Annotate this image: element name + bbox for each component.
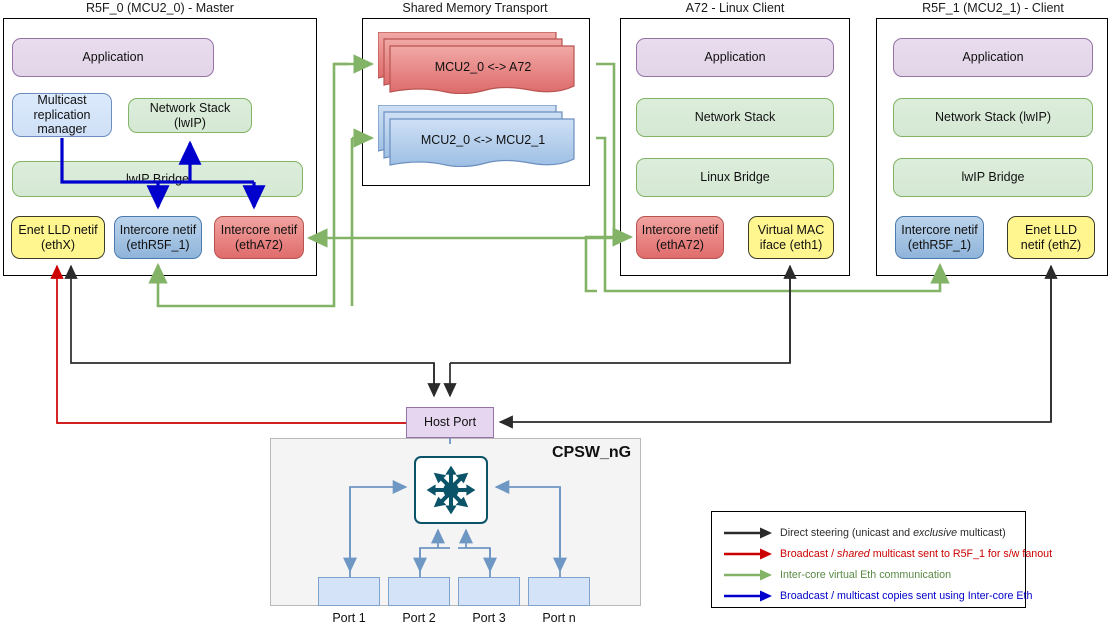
- legend-row-direct-steering: Direct steering (unicast and exclusive m…: [722, 526, 1006, 540]
- panel-title-shared-memory: Shared Memory Transport: [402, 1, 548, 15]
- panel-title-r5f0: R5F_0 (MCU2_0) - Master: [86, 1, 234, 15]
- r5f0-application[interactable]: Application: [12, 38, 214, 77]
- a72-intercore-netif-a72[interactable]: Intercore netif (ethA72): [636, 216, 724, 259]
- wire-black-direct-steering: [64, 264, 1058, 429]
- legend-label-direct-steering: Direct steering (unicast and exclusive m…: [780, 527, 1006, 539]
- legend-arrow-green: [724, 569, 772, 581]
- diagram-canvas: R5F_0 (MCU2_0) - Master Shared Memory Tr…: [0, 0, 1111, 628]
- shared-memory-channel-mcu2-1[interactable]: MCU2_0 <-> MCU2_1: [378, 105, 578, 167]
- r5f0-multicast-replication-manager[interactable]: Multicast replication manager: [12, 93, 112, 137]
- network-switch-icon[interactable]: [414, 456, 488, 524]
- r5f0-enet-lld-netif[interactable]: Enet LLD netif (ethX): [11, 216, 105, 259]
- cpsw-port-label-n: Port n: [542, 611, 576, 625]
- host-port[interactable]: Host Port: [406, 407, 494, 438]
- cpsw-port-label-1: Port 1: [332, 611, 366, 625]
- legend-arrow-black: [724, 527, 772, 539]
- r5f0-network-stack[interactable]: Network Stack (lwIP): [128, 98, 252, 133]
- panel-title-r5f1: R5F_1 (MCU2_1) - Client: [922, 1, 1064, 15]
- legend-row-broadcast-shared: Broadcast / shared multicast sent to R5F…: [722, 547, 1052, 561]
- legend-label-broadcast-copies: Broadcast / multicast copies sent using …: [780, 590, 1033, 602]
- shared-memory-channel-mcu2-1-label: MCU2_0 <-> MCU2_1: [420, 133, 546, 147]
- r5f0-intercore-netif-r5f1[interactable]: Intercore netif (ethR5F_1): [114, 216, 202, 259]
- wire-red-broadcast: [50, 264, 406, 424]
- shared-memory-channel-a72[interactable]: MCU2_0 <-> A72: [378, 32, 578, 94]
- legend-arrow-blue: [724, 590, 772, 602]
- shared-memory-channel-a72-label: MCU2_0 <-> A72: [434, 60, 532, 74]
- r5f1-enet-lld-netif[interactable]: Enet LLD netif (ethZ): [1007, 216, 1095, 259]
- r5f1-intercore-netif-r5f1[interactable]: Intercore netif (ethR5F_1): [895, 216, 984, 259]
- cpsw-port-label-3: Port 3: [472, 611, 506, 625]
- r5f0-intercore-netif-a72[interactable]: Intercore netif (ethA72): [214, 216, 304, 259]
- cpsw-title: CPSW_nG: [552, 444, 632, 461]
- cpsw-port-box-n[interactable]: [528, 577, 590, 606]
- cpsw-port-box-1[interactable]: [318, 577, 380, 606]
- cpsw-port-label-2: Port 2: [402, 611, 436, 625]
- a72-linux-bridge[interactable]: Linux Bridge: [636, 158, 834, 197]
- panel-title-a72: A72 - Linux Client: [685, 1, 785, 15]
- legend-row-broadcast-copies: Broadcast / multicast copies sent using …: [722, 589, 1032, 603]
- legend-arrow-red: [724, 548, 772, 560]
- a72-application[interactable]: Application: [636, 38, 834, 77]
- cpsw-port-box-2[interactable]: [388, 577, 450, 606]
- legend-row-intercore: Inter-core virtual Eth communication: [722, 568, 951, 582]
- r5f1-application[interactable]: Application: [893, 38, 1093, 77]
- a72-network-stack[interactable]: Network Stack: [636, 98, 834, 137]
- r5f1-network-stack[interactable]: Network Stack (lwIP): [893, 98, 1093, 137]
- legend-label-intercore: Inter-core virtual Eth communication: [780, 569, 952, 581]
- cpsw-port-box-3[interactable]: [458, 577, 520, 606]
- r5f0-lwip-bridge[interactable]: lwIP Bridge: [12, 161, 303, 197]
- legend-label-broadcast-shared: Broadcast / shared multicast sent to R5F…: [780, 548, 1053, 560]
- r5f1-lwip-bridge[interactable]: lwIP Bridge: [893, 158, 1093, 197]
- a72-virtual-mac-iface[interactable]: Virtual MAC iface (eth1): [748, 216, 834, 259]
